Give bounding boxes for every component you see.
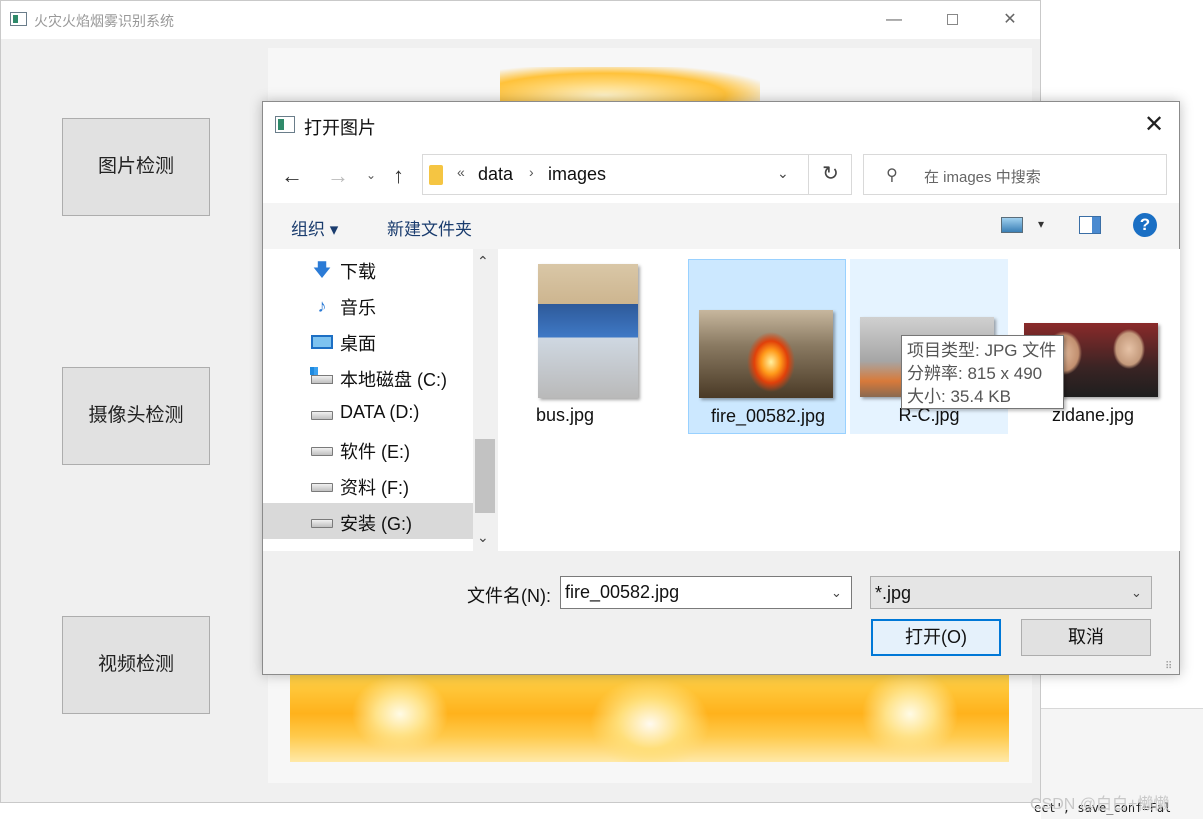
- thumbnail-image: [699, 310, 833, 398]
- file-item-fire[interactable]: fire_00582.jpg: [688, 259, 846, 434]
- recent-locations-chevron-icon[interactable]: ⌄: [366, 168, 376, 182]
- drive-icon: [311, 519, 333, 528]
- preview-pane-icon[interactable]: [1079, 216, 1101, 234]
- sidebar-item-drive-g[interactable]: 安装 (G:): [263, 503, 473, 539]
- filename-input[interactable]: [561, 577, 823, 608]
- sidebar-item-label: 资料 (F:): [340, 478, 409, 498]
- overflow-icon[interactable]: «: [457, 164, 465, 180]
- file-name: fire_00582.jpg: [710, 406, 826, 426]
- drive-icon: [311, 447, 333, 456]
- sidebar-item-music[interactable]: ♪ 音乐: [263, 287, 473, 323]
- new-folder-button[interactable]: 新建文件夹: [387, 215, 472, 240]
- file-type-dropdown-icon[interactable]: ⌄: [1131, 585, 1142, 601]
- watermark: CSDN @白白+懒懒: [1030, 796, 1170, 813]
- maximize-button[interactable]: [923, 1, 981, 39]
- image-detect-button[interactable]: 图片检测: [62, 118, 210, 216]
- video-detect-button[interactable]: 视频检测: [62, 616, 210, 714]
- sidebar-item-drive-f[interactable]: 资料 (F:): [263, 467, 473, 503]
- folder-icon: [429, 165, 443, 185]
- breadcrumb-separator-icon[interactable]: ›: [529, 164, 534, 180]
- breadcrumb-images[interactable]: images: [548, 164, 606, 185]
- dialog-app-icon: [275, 116, 295, 133]
- up-arrow-icon[interactable]: ↑: [393, 163, 404, 189]
- sidebar-item-drive-d[interactable]: DATA (D:): [263, 395, 473, 431]
- maximize-icon: [946, 14, 958, 26]
- resize-grip-icon[interactable]: ⠿: [1165, 661, 1172, 672]
- dialog-title: 打开图片: [304, 118, 376, 138]
- filename-field[interactable]: ⌄: [560, 576, 852, 609]
- sidebar-item-label: 下载: [340, 262, 376, 282]
- filename-label: 文件名(N):: [467, 586, 551, 606]
- organize-menu[interactable]: 组织 ▾: [291, 215, 338, 240]
- screen: 火灾火焰烟雾识别系统 — ✕ 图片检测 摄像头检测 视频检测 ect', sav…: [0, 0, 1203, 819]
- sidebar-item-label: 音乐: [340, 298, 376, 318]
- fire-image-top: [500, 67, 760, 102]
- file-item-bus[interactable]: bus.jpg: [486, 259, 644, 434]
- file-list: bus.jpg fire_00582.jpg R-C.jpg zidane.jp…: [498, 249, 1180, 551]
- sidebar-item-label: 本地磁盘 (C:): [340, 370, 447, 390]
- filename-dropdown-icon[interactable]: ⌄: [831, 585, 842, 601]
- forward-arrow-icon[interactable]: →: [327, 163, 349, 189]
- sidebar-item-label: DATA (D:): [340, 402, 420, 422]
- tooltip-type: 项目类型: JPG 文件: [907, 341, 1057, 360]
- sidebar-item-drive-c[interactable]: 本地磁盘 (C:): [263, 359, 473, 395]
- music-icon: ♪: [317, 296, 327, 316]
- dialog-footer: 文件名(N): ⌄ *.jpg ⌄ 打开(O) 取消 ⠿: [263, 551, 1179, 674]
- minimize-button[interactable]: —: [865, 1, 923, 39]
- tooltip-size: 大小: 35.4 KB: [907, 387, 1011, 406]
- scrollbar-thumb[interactable]: [475, 439, 495, 513]
- close-button[interactable]: ✕: [981, 1, 1039, 39]
- help-icon[interactable]: ?: [1133, 213, 1157, 237]
- file-info-tooltip: 项目类型: JPG 文件 分辨率: 815 x 490 大小: 35.4 KB: [901, 335, 1064, 409]
- address-dropdown-icon[interactable]: ⌄: [777, 165, 789, 182]
- dialog-close-button[interactable]: ✕: [1139, 110, 1169, 140]
- file-type-value: *.jpg: [875, 583, 912, 603]
- app-title: 火灾火焰烟雾识别系统: [34, 13, 174, 29]
- cancel-button[interactable]: 取消: [1021, 619, 1151, 656]
- drive-icon: [311, 483, 333, 492]
- background-code-line: ect', save_conf=Fal: [0, 801, 1203, 819]
- address-bar[interactable]: « data › images ⌄ ↻: [422, 154, 852, 195]
- file-type-select[interactable]: *.jpg ⌄: [870, 576, 1152, 609]
- app-icon: [10, 12, 27, 26]
- sidebar-item-label: 安装 (G:): [340, 514, 412, 534]
- open-button[interactable]: 打开(O): [871, 619, 1001, 656]
- desktop-icon: [311, 335, 333, 349]
- sidebar-item-downloads[interactable]: 🡇 下载: [263, 251, 473, 287]
- sidebar-item-drive-e[interactable]: 软件 (E:): [263, 431, 473, 467]
- fire-image-bottom: [290, 674, 1009, 762]
- navigation-row: ← → ⌄ ↑ « data › images ⌄ ↻ ⚲ 在 images 中…: [263, 146, 1179, 203]
- search-icon: ⚲: [886, 167, 898, 184]
- camera-detect-button[interactable]: 摄像头检测: [62, 367, 210, 465]
- sidebar-item-label: 软件 (E:): [340, 442, 410, 462]
- search-placeholder: 在 images 中搜索: [924, 169, 1041, 186]
- view-options-dropdown[interactable]: ▾: [1038, 217, 1044, 231]
- back-arrow-icon[interactable]: ←: [281, 163, 303, 189]
- refresh-button[interactable]: ↻: [808, 155, 852, 194]
- download-icon: 🡇: [312, 260, 332, 280]
- breadcrumb-data[interactable]: data: [478, 164, 513, 185]
- tooltip-resolution: 分辨率: 815 x 490: [907, 364, 1043, 383]
- scroll-down-icon[interactable]: ⌄: [477, 529, 489, 546]
- dialog-titlebar: 打开图片 ✕: [263, 102, 1179, 146]
- change-view-icon[interactable]: [1001, 217, 1023, 233]
- search-box[interactable]: ⚲ 在 images 中搜索: [863, 154, 1167, 195]
- open-image-dialog: 打开图片 ✕ ← → ⌄ ↑ « data › images ⌄ ↻ ⚲ 在 i…: [262, 101, 1180, 675]
- app-titlebar: 火灾火焰烟雾识别系统 — ✕: [1, 1, 1040, 39]
- system-drive-icon: [310, 367, 333, 384]
- file-name: bus.jpg: [535, 405, 595, 425]
- sidebar-item-desktop[interactable]: 桌面: [263, 323, 473, 359]
- sidebar-item-label: 桌面: [340, 334, 376, 354]
- dialog-toolbar: 组织 ▾ 新建文件夹 ▾ ?: [263, 203, 1179, 249]
- thumbnail-image: [538, 264, 638, 398]
- drive-icon: [311, 411, 333, 420]
- navigation-pane: 🡇 下载 ♪ 音乐 桌面 本地磁盘 (C:) DATA (D:) 软件 (E:)…: [263, 249, 473, 551]
